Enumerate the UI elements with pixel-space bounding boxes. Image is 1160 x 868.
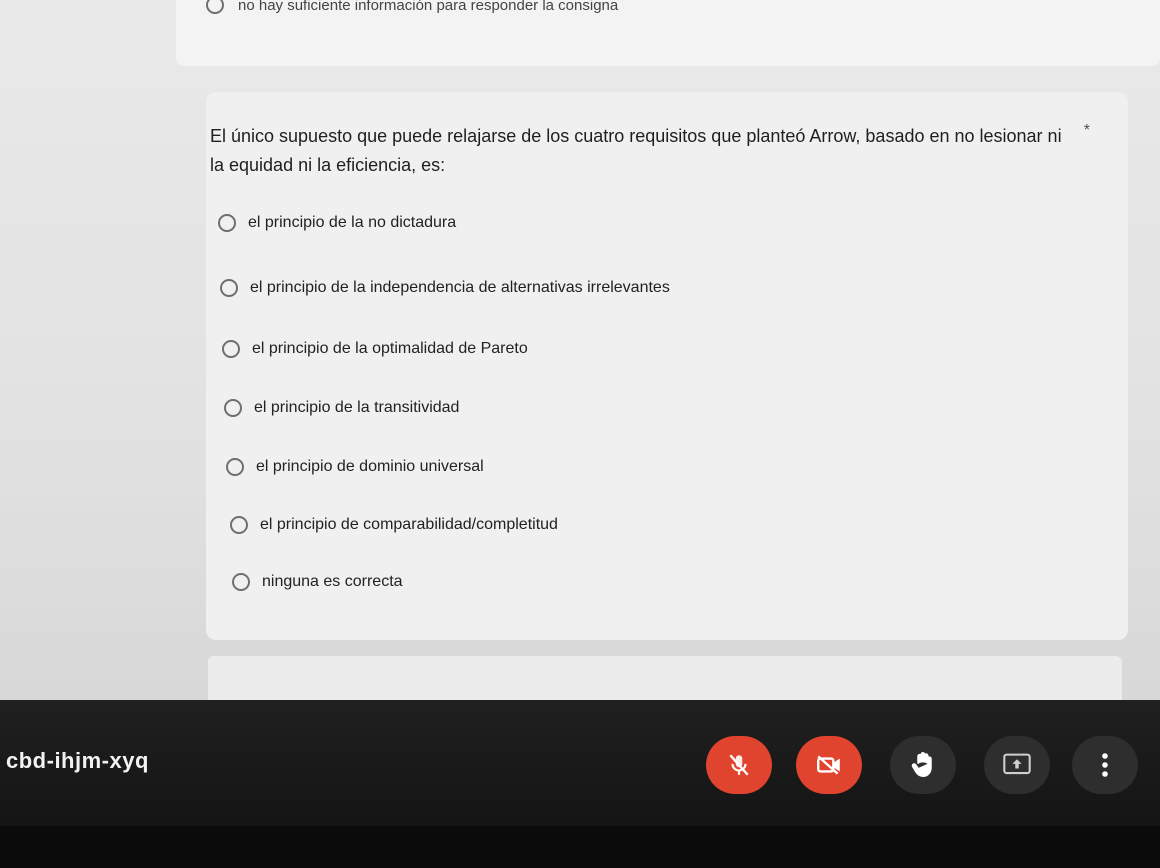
- next-question-card: [208, 656, 1122, 700]
- question-card: El único supuesto que puede relajarse de…: [206, 92, 1128, 640]
- radio-button[interactable]: [222, 340, 240, 358]
- form-viewport: no hay suficiente información para respo…: [0, 0, 1160, 700]
- radio-button[interactable]: [224, 399, 242, 417]
- microphone-off-icon: [726, 752, 752, 778]
- screen-bezel: [0, 826, 1160, 868]
- microphone-toggle-button[interactable]: [706, 736, 772, 794]
- meeting-code: cbd-ihjm-xyq: [6, 748, 149, 773]
- camera-toggle-button[interactable]: [796, 736, 862, 794]
- option-label: el principio de la independencia de alte…: [250, 279, 670, 296]
- radio-button[interactable]: [232, 573, 250, 591]
- answer-option[interactable]: ninguna es correcta: [232, 573, 403, 591]
- answer-option[interactable]: el principio de la optimalidad de Pareto: [222, 340, 528, 358]
- option-label: ninguna es correcta: [262, 573, 403, 590]
- previous-question-card: no hay suficiente información para respo…: [176, 0, 1160, 66]
- meet-control-bar: cbd-ihjm-xyq: [0, 700, 1160, 868]
- required-marker: *: [1083, 122, 1090, 139]
- option-label: el principio de la optimalidad de Pareto: [252, 340, 528, 357]
- answer-option[interactable]: el principio de comparabilidad/completit…: [230, 516, 558, 534]
- previous-question-option[interactable]: no hay suficiente información para respo…: [206, 0, 618, 14]
- present-screen-button[interactable]: [984, 736, 1050, 794]
- more-options-icon: [1100, 751, 1110, 779]
- option-label: el principio de la transitividad: [254, 399, 460, 416]
- more-options-button[interactable]: [1072, 736, 1138, 794]
- radio-button[interactable]: [230, 516, 248, 534]
- present-screen-icon: [1002, 752, 1032, 778]
- raise-hand-button[interactable]: [890, 736, 956, 794]
- camera-off-icon: [815, 752, 843, 778]
- answer-option[interactable]: el principio de la independencia de alte…: [220, 279, 670, 297]
- radio-button[interactable]: [206, 0, 224, 14]
- raise-hand-icon: [908, 750, 938, 780]
- radio-button[interactable]: [226, 458, 244, 476]
- question-text: El único supuesto que puede relajarse de…: [210, 126, 1062, 175]
- answer-option[interactable]: el principio de la transitividad: [224, 399, 459, 417]
- radio-button[interactable]: [220, 279, 238, 297]
- option-label: el principio de dominio universal: [256, 458, 484, 475]
- answer-option[interactable]: el principio de dominio universal: [226, 458, 484, 476]
- option-label: no hay suficiente información para respo…: [238, 0, 619, 14]
- radio-button[interactable]: [218, 214, 236, 232]
- option-label: el principio de la no dictadura: [248, 214, 457, 231]
- option-label: el principio de comparabilidad/completit…: [260, 516, 558, 533]
- answer-option[interactable]: el principio de la no dictadura: [218, 214, 456, 232]
